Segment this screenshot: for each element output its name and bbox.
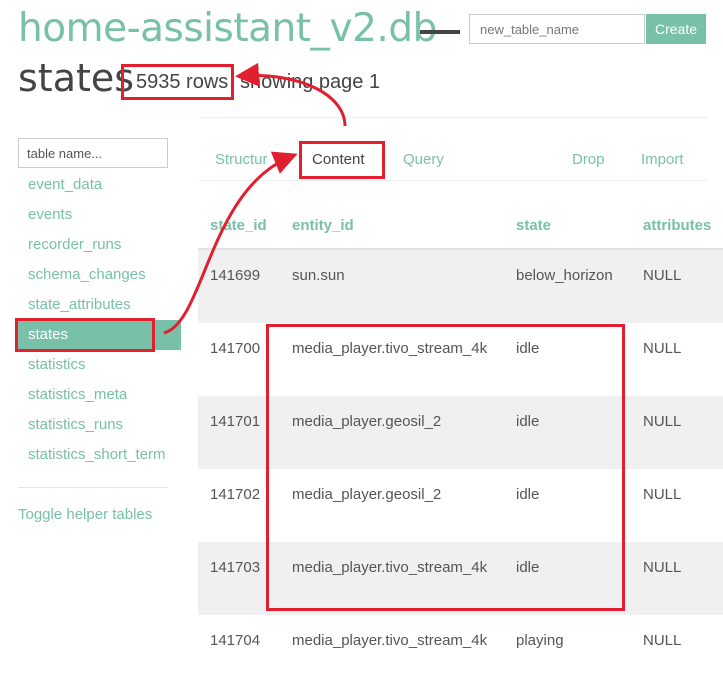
cell-entity-id: sun.sun [292,267,345,284]
table-row [198,396,723,469]
column-header-state-id[interactable]: state_id [210,217,267,234]
sidebar-item-recorder-runs[interactable]: recorder_runs [18,230,181,260]
sidebar-item-event-data[interactable]: event_data [18,170,181,200]
tab-query[interactable]: Query [403,151,444,168]
sidebar-item-events[interactable]: events [18,200,181,230]
sidebar-item-statistics[interactable]: statistics [18,350,181,380]
create-table-button[interactable]: Create [646,14,706,44]
cell-state-id: 141701 [210,413,261,430]
table-search-input[interactable] [18,138,168,168]
column-header-entity-id[interactable]: entity_id [292,217,354,234]
table-title: states [18,56,135,100]
cell-entity-id: media_player.tivo_stream_4k [292,632,488,649]
cell-attributes: NULL [643,267,682,284]
cell-state-id: 141702 [210,486,261,503]
sidebar-item-schema-changes[interactable]: schema_changes [18,260,181,290]
cell-attributes: NULL [643,413,682,430]
cell-state-id: 141700 [210,340,261,357]
cell-attributes: NULL [643,559,682,576]
cell-attributes: NULL [643,632,682,649]
column-header-state[interactable]: state [516,217,551,234]
sidebar-divider [18,487,168,488]
tabs-divider [198,180,708,181]
table-row [198,469,723,542]
sidebar-item-statistics-runs[interactable]: statistics_runs [18,410,181,440]
cell-state-id: 141704 [210,632,261,649]
cell-state-id: 141699 [210,267,261,284]
cell-attributes: NULL [643,486,682,503]
table-row [198,615,723,688]
title-separator [420,30,460,34]
new-table-name-input[interactable] [469,14,645,44]
cell-state-id: 141703 [210,559,261,576]
tab-drop[interactable]: Drop [572,151,605,168]
table-row [198,542,723,615]
rows-count: 5935 rows [136,71,229,93]
cell-state: playing [516,632,564,649]
tab-structure[interactable]: Structure [215,151,267,168]
cell-entity-id: media_player.tivo_stream_4k [292,559,488,576]
toggle-helper-tables-link[interactable]: Toggle helper tables [18,506,152,523]
sidebar-item-statistics-short-term[interactable]: statistics_short_term [18,440,181,470]
header-divider [198,117,708,118]
sidebar-item-statistics-meta[interactable]: statistics_meta [18,380,181,410]
cell-state: below_horizon [516,267,613,284]
sidebar-item-states[interactable]: states [18,320,181,350]
tab-import[interactable]: Import [641,151,684,168]
sidebar-item-state-attributes[interactable]: state_attributes [18,290,181,320]
cell-state: idle [516,559,540,576]
cell-entity-id: media_player.tivo_stream_4k [292,340,488,357]
page-indicator: showing page 1 [240,71,381,93]
cell-state: idle [516,486,540,503]
cell-state: idle [516,413,540,430]
tab-content[interactable]: Content [312,151,365,168]
cell-attributes: NULL [643,340,682,357]
column-header-attributes[interactable]: attributes [643,217,711,234]
table-row [198,250,723,323]
database-title: home-assistant_v2.db [18,6,437,51]
table-row [198,323,723,396]
cell-entity-id: media_player.geosil_2 [292,413,442,430]
cell-entity-id: media_player.geosil_2 [292,486,442,503]
cell-state: idle [516,340,540,357]
